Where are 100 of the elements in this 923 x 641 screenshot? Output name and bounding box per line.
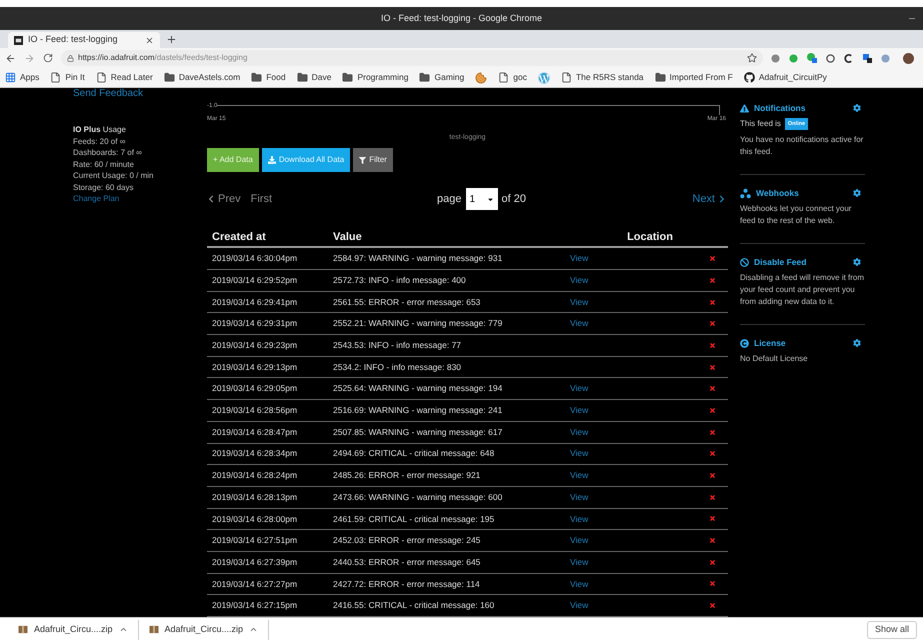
cookie-icon[interactable] [475, 72, 488, 84]
profile-avatar-icon[interactable] [903, 52, 914, 64]
timestamp-cell-text: 2019/03/14 6:27:39pm [212, 556, 298, 569]
address-field[interactable]: https://io.adafruit.com/dastels/feeds/test-logging [61, 50, 763, 66]
bookmark[interactable]: The R5RS standa [560, 71, 644, 84]
filter-button[interactable]: Filter [353, 148, 393, 172]
view-link[interactable]: View [570, 514, 588, 524]
delete-icon[interactable] [709, 385, 716, 392]
bookmark[interactable]: Adafruit_CircuitPy [744, 71, 827, 84]
usage-line: Rate: 60 / minute [73, 158, 135, 170]
feedback-link[interactable]: Send Feedback [73, 88, 144, 100]
delete-icon[interactable] [709, 450, 716, 458]
timestamp-cell-text: 2019/03/14 6:28:56pm [212, 404, 298, 417]
bookmark[interactable]: Pin It [50, 71, 85, 84]
column-header: Value [333, 230, 363, 246]
warning-icon [740, 104, 749, 112]
back-icon[interactable] [5, 52, 16, 64]
close-icon[interactable] [145, 36, 154, 44]
view-link[interactable]: View [570, 253, 588, 264]
bookmark[interactable]: DaveAstels.com [164, 71, 240, 84]
value-cell-text: 2461.59: CRITICAL - critical message: 195 [333, 512, 496, 526]
value-cell-text: 2561.55: ERROR - error message: 653 [333, 296, 482, 308]
timestamp-cell-text: 2019/03/14 6:29:41pm [212, 296, 298, 308]
column-header: Created at [212, 230, 267, 246]
tab-title: IO - Feed: test-logging [28, 33, 119, 46]
view-link[interactable]: View [570, 318, 588, 328]
view-link[interactable]: View [570, 426, 588, 437]
delete-icon[interactable] [709, 472, 716, 480]
delete-icon[interactable] [709, 602, 716, 610]
delete-icon[interactable] [709, 342, 716, 349]
prev-link[interactable]: Prev [207, 190, 241, 208]
wordpress-icon[interactable] [538, 72, 550, 84]
delete-icon[interactable] [709, 558, 716, 566]
webhook-icon [740, 188, 751, 199]
bookmark[interactable]: Dave [296, 71, 332, 84]
delete-icon[interactable] [709, 515, 716, 522]
chevron-left-icon [207, 195, 215, 203]
delete-icon[interactable] [709, 428, 716, 436]
next-link[interactable]: Next [578, 190, 728, 208]
download-icon [268, 156, 276, 164]
timestamp-cell-text: 2019/03/14 6:28:34pm [212, 447, 298, 460]
timestamp-cell-text: 2019/03/14 6:29:31pm [212, 317, 298, 330]
browser-tab[interactable]: IO - Feed: test-logging [8, 32, 160, 48]
new-tab-icon[interactable] [166, 34, 177, 45]
delete-icon[interactable] [709, 406, 716, 414]
value-cell-text: 2473.66: WARNING - warning message: 600 [333, 490, 504, 504]
delete-icon[interactable] [709, 494, 716, 501]
bookmark[interactable]: goc [498, 71, 527, 84]
delete-icon[interactable] [709, 364, 716, 371]
github-icon [744, 72, 755, 83]
view-link[interactable]: View [570, 600, 588, 610]
settings-icon[interactable] [853, 189, 861, 198]
value-cell-text: 2494.69: CRITICAL - critical message: 648 [333, 447, 496, 460]
bookmark[interactable]: Apps [5, 71, 40, 84]
download-item[interactable]: Adafruit_Circu....zip [148, 620, 270, 640]
view-link[interactable]: View [570, 578, 588, 589]
bookmark[interactable]: Programming [342, 71, 408, 84]
view-link[interactable]: View [570, 492, 588, 502]
folder-icon [654, 72, 666, 83]
view-link[interactable]: View [570, 383, 588, 394]
delete-icon[interactable] [709, 276, 716, 284]
download-item[interactable]: Adafruit_Circu....zip [18, 620, 139, 640]
bookmark[interactable]: Food [251, 71, 286, 84]
timestamp-cell-text: 2019/03/14 6:28:24pm [212, 469, 298, 482]
timestamp-cell-text: 2019/03/14 6:27:15pm [212, 599, 298, 612]
caret-icon[interactable] [118, 625, 128, 634]
view-link[interactable]: View [570, 274, 588, 285]
delete-icon[interactable] [709, 580, 716, 588]
value-cell-text: 2440.53: ERROR - error message: 645 [333, 556, 482, 569]
delete-icon[interactable] [709, 537, 716, 544]
value-cell-text: 2543.53: INFO - info message: 77 [333, 339, 462, 352]
view-link[interactable]: View [570, 296, 588, 307]
view-link[interactable]: View [570, 448, 588, 458]
view-link[interactable]: View [570, 405, 588, 416]
first-link[interactable]: First [250, 190, 272, 208]
view-link[interactable]: View [570, 470, 588, 480]
show-all-button[interactable]: Show all [866, 620, 917, 638]
view-link[interactable]: View [570, 535, 588, 546]
value-cell-text: 2516.69: WARNING - warning message: 241 [333, 404, 504, 417]
settings-icon[interactable] [853, 104, 861, 112]
bookmark[interactable]: Read Later [96, 71, 153, 84]
status-label: This feed is [740, 118, 781, 130]
change-plan-link[interactable]: Change Plan [73, 193, 120, 204]
minimize-icon[interactable] [909, 18, 915, 20]
timestamp-cell-text: 2019/03/14 6:27:27pm [212, 578, 298, 590]
delete-icon[interactable] [709, 298, 716, 306]
view-link[interactable]: View [570, 556, 588, 567]
bookmark[interactable]: Imported From F [654, 71, 733, 84]
timestamp-cell-text: 2019/03/14 6:29:52pm [212, 274, 298, 287]
page-select[interactable]: 1 [466, 188, 498, 210]
settings-icon[interactable] [853, 339, 861, 348]
bookmark[interactable]: Gaming [419, 71, 464, 84]
delete-icon[interactable] [709, 320, 716, 328]
timestamp-cell-text: 2019/03/14 6:27:51pm [212, 534, 298, 547]
caret-icon[interactable] [249, 625, 258, 634]
delete-icon[interactable] [709, 255, 716, 262]
settings-icon[interactable] [853, 258, 861, 266]
star-icon[interactable] [747, 53, 757, 63]
panel-text: Webhooks let you connect your feed to the rest of the web. [740, 203, 852, 228]
reload-icon[interactable] [43, 53, 53, 63]
